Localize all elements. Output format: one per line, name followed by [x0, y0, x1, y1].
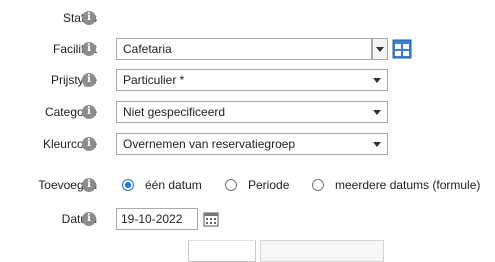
info-icon[interactable]: i — [82, 137, 96, 151]
datum-value: 19-10-2022 — [121, 212, 183, 226]
chevron-down-icon — [373, 110, 381, 115]
radio-een-datum-label[interactable]: één datum — [145, 173, 202, 197]
info-icon[interactable]: i — [82, 105, 96, 119]
prijstype-value: Particulier * — [123, 73, 185, 87]
faciliteit-row: Faciliteit i Cafetaria — [0, 37, 495, 61]
info-icon[interactable]: i — [82, 73, 96, 87]
toevoegen-row: Toevoegen i één datum Periode meerdere d… — [0, 173, 495, 197]
categorie-row: Categorie i Niet gespecificeerd — [0, 100, 495, 124]
datum-input[interactable]: 19-10-2022 — [116, 208, 198, 230]
kleurcode-row: Kleurcode i Overnemen van reservatiegroe… — [0, 132, 495, 156]
calendar-icon[interactable] — [203, 211, 219, 227]
chevron-down-icon — [376, 47, 384, 52]
categorie-select[interactable]: Niet gespecificeerd — [116, 101, 388, 123]
radio-meerdere-datums[interactable] — [312, 179, 324, 191]
categorie-value: Niet gespecificeerd — [123, 105, 226, 119]
radio-meerdere-datums-label[interactable]: meerdere datums (formule) — [335, 173, 480, 197]
window-grid-icon[interactable] — [392, 39, 412, 59]
partial-input-cut-off — [188, 240, 256, 262]
status-row: Status i — [0, 6, 495, 30]
datum-row: Datum i 19-10-2022 — [0, 207, 495, 231]
radio-periode-label[interactable]: Periode — [248, 173, 289, 197]
radio-periode[interactable] — [225, 179, 237, 191]
info-icon[interactable]: i — [82, 212, 96, 226]
faciliteit-dropdown-button[interactable] — [372, 38, 388, 60]
chevron-down-icon — [373, 78, 381, 83]
kleurcode-value: Overnemen van reservatiegroep — [123, 137, 296, 151]
partial-field-cut-off — [260, 240, 384, 262]
chevron-down-icon — [373, 142, 381, 147]
info-icon[interactable]: i — [82, 178, 96, 192]
faciliteit-combobox[interactable]: Cafetaria — [116, 38, 372, 60]
radio-een-datum[interactable] — [122, 179, 134, 191]
info-icon[interactable]: i — [82, 11, 96, 25]
faciliteit-value: Cafetaria — [123, 42, 172, 56]
prijstype-select[interactable]: Particulier * — [116, 69, 388, 91]
prijstype-row: Prijstype i Particulier * — [0, 68, 495, 92]
info-icon[interactable]: i — [82, 42, 96, 56]
kleurcode-select[interactable]: Overnemen van reservatiegroep — [116, 133, 388, 155]
